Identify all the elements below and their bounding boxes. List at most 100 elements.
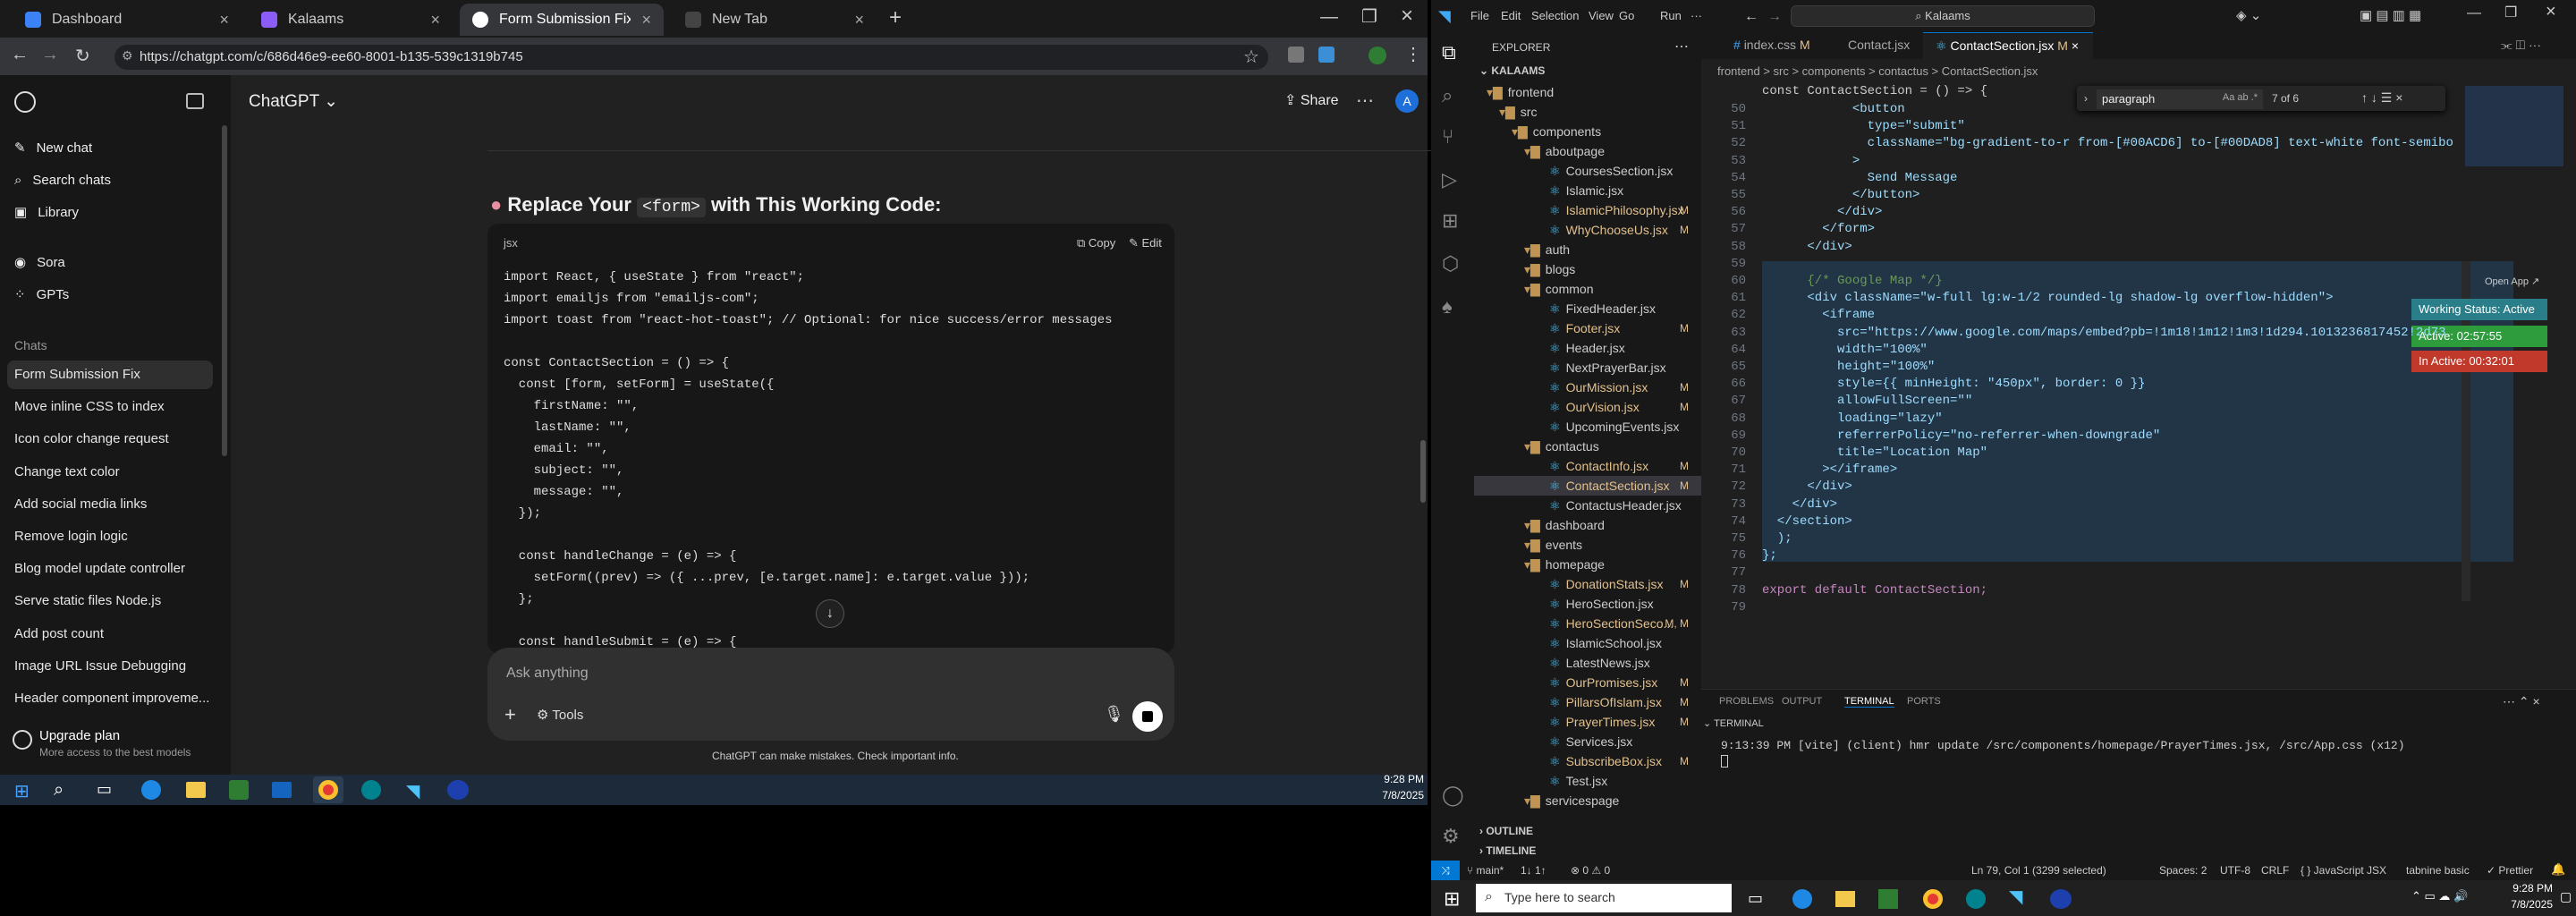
- tree-file[interactable]: ⚛ PillarsOfIslam.jsx M: [1474, 692, 1701, 712]
- close-window-icon[interactable]: ×: [2546, 2, 2556, 22]
- upgrade-icon[interactable]: [13, 730, 32, 750]
- nav-library[interactable]: ▣ Library: [14, 200, 79, 224]
- tree-file[interactable]: ⚛ ContactusHeader.jsx: [1474, 496, 1701, 515]
- tree-file[interactable]: ⚛ Test.jsx: [1474, 771, 1701, 791]
- tree-folder[interactable]: ▾▇ contactus: [1474, 437, 1701, 456]
- code-line[interactable]: </section>: [1762, 514, 1852, 529]
- file-explorer-icon[interactable]: [1835, 891, 1855, 907]
- tree-folder[interactable]: ▾▇ src: [1474, 102, 1701, 122]
- chrome-icon[interactable]: [318, 780, 338, 800]
- code-line[interactable]: height="100%": [1762, 360, 1935, 374]
- chat-list-item[interactable]: Header component improveme...: [14, 691, 209, 706]
- browser-tab-form-submission-fix[interactable]: Form Submission Fix ×: [460, 4, 664, 36]
- app-icon[interactable]: [361, 780, 381, 800]
- chat-list-item[interactable]: Blog model update controller: [14, 561, 185, 576]
- app-icon[interactable]: [1966, 889, 1986, 909]
- outline-section[interactable]: › OUTLINE: [1479, 825, 1533, 837]
- notification-center-icon[interactable]: ▢: [2560, 889, 2572, 904]
- tree-file[interactable]: ⚛ PrayerTimes.jsx M: [1474, 712, 1701, 732]
- tree-folder[interactable]: ▾▇ homepage: [1474, 555, 1701, 574]
- code-line[interactable]: loading="lazy": [1762, 411, 1943, 426]
- sidebar-toggle-icon[interactable]: [186, 93, 204, 109]
- tree-file[interactable]: ⚛ CoursesSection.jsx: [1474, 161, 1701, 181]
- code-line[interactable]: <iframe: [1762, 308, 1875, 322]
- encoding-status[interactable]: UTF-8: [2220, 864, 2250, 877]
- extensions-icon[interactable]: ⊞: [1442, 209, 1458, 233]
- code-line[interactable]: export default ContactSection;: [1762, 583, 1987, 598]
- sidebar-scrollbar[interactable]: [222, 125, 227, 456]
- tools-button[interactable]: ⚙ Tools: [537, 707, 583, 723]
- menu-view[interactable]: View: [1589, 9, 1614, 22]
- tree-folder[interactable]: ▾▇ blogs: [1474, 259, 1701, 279]
- workspace-root[interactable]: ⌄ KALAAMS: [1479, 64, 1545, 77]
- settings-gear-icon[interactable]: ⚙: [1442, 825, 1460, 848]
- address-bar[interactable]: https://chatgpt.com/c/686d46e9-ee60-8001…: [114, 45, 1268, 70]
- code-line[interactable]: </div>: [1762, 205, 1882, 219]
- file-explorer-icon[interactable]: [186, 782, 206, 798]
- accounts-icon[interactable]: ◈ ⌄: [2236, 7, 2261, 23]
- code-line[interactable]: </form>: [1762, 222, 1875, 236]
- timeline-section[interactable]: › TIMELINE: [1479, 844, 1536, 857]
- chat-list-item[interactable]: Change text color: [14, 464, 120, 479]
- nav-gpts[interactable]: ⁘ GPTs: [14, 283, 69, 306]
- taskbar-search-icon[interactable]: ⌕: [54, 780, 64, 801]
- close-tab-icon[interactable]: ×: [2072, 38, 2079, 53]
- site-info-icon[interactable]: ⚙: [122, 48, 133, 64]
- nav-new-chat[interactable]: ✎ New chat: [14, 136, 92, 159]
- minimize-icon[interactable]: —: [2467, 5, 2481, 21]
- tree-folder[interactable]: ▾▇ aboutpage: [1474, 141, 1701, 161]
- eol-status[interactable]: CRLF: [2261, 864, 2289, 877]
- terminal-heading[interactable]: ⌄ TERMINAL: [1703, 717, 1764, 729]
- explorer-icon[interactable]: ⧉: [1442, 41, 1456, 64]
- model-selector[interactable]: ChatGPT ⌄: [249, 91, 338, 112]
- prompt-input[interactable]: Ask anything: [506, 666, 1132, 682]
- tree-file[interactable]: ⚛ Services.jsx: [1474, 732, 1701, 751]
- chat-list-item[interactable]: Form Submission Fix: [14, 367, 140, 382]
- code-line[interactable]: </div>: [1762, 240, 1852, 254]
- code-line[interactable]: };: [1762, 548, 1777, 563]
- chat-list-item[interactable]: Serve static files Node.js: [14, 593, 161, 608]
- tree-folder[interactable]: ▾▇ events: [1474, 535, 1701, 555]
- close-tab-icon[interactable]: ×: [430, 11, 440, 30]
- panel-tab-ports[interactable]: PORTS: [1907, 696, 1941, 707]
- menu-edit[interactable]: Edit: [1501, 9, 1521, 22]
- code-line[interactable]: allowFullScreen="": [1762, 394, 1972, 408]
- vscode-taskbar-icon[interactable]: ◥: [2009, 886, 2022, 908]
- taskbar-search-box[interactable]: Type here to search: [1476, 884, 1732, 912]
- tab-contactsection-jsx[interactable]: ⚛ ContactSection.jsx M ×: [1923, 32, 2093, 59]
- maximize-icon[interactable]: ❐: [1361, 5, 1377, 28]
- chat-list-item[interactable]: Add post count: [14, 626, 104, 641]
- tabnine-status[interactable]: tabnine basic: [2406, 864, 2470, 877]
- explorer-more-icon[interactable]: ⋯: [1674, 38, 1689, 55]
- tree-file[interactable]: ⚛ IslamicPhilosophy.jsx M: [1474, 200, 1701, 220]
- openai-logo-icon[interactable]: [14, 91, 36, 113]
- layout-icons[interactable]: ▣ ▤ ▥ ▦: [2360, 7, 2421, 23]
- menu-run[interactable]: Run: [1660, 9, 1682, 22]
- clock-date[interactable]: 7/8/2025: [1377, 789, 1424, 802]
- source-control-icon[interactable]: ⑂: [1442, 125, 1453, 148]
- find-options-icons[interactable]: Aa ab .*: [2223, 92, 2258, 103]
- code-line[interactable]: <button: [1762, 102, 1905, 116]
- code-line[interactable]: {/* Google Map */}: [1762, 274, 1942, 288]
- nav-search-chats[interactable]: ⌕ Search chats: [14, 168, 111, 191]
- code-line[interactable]: <div className="w-full lg:w-1/2 rounded-…: [1762, 291, 2333, 305]
- bookmark-star-icon[interactable]: ☆: [1243, 46, 1259, 68]
- tree-folder[interactable]: ▾▇ dashboard: [1474, 515, 1701, 535]
- close-window-icon[interactable]: ×: [1401, 4, 1413, 29]
- code-line[interactable]: ></iframe>: [1762, 462, 1897, 477]
- tree-file[interactable]: ⚛ WhyChooseUs.jsx M: [1474, 220, 1701, 240]
- cursor-position[interactable]: Ln 79, Col 1 (3299 selected): [1971, 864, 2106, 877]
- mail-icon[interactable]: [272, 782, 292, 798]
- close-tab-icon[interactable]: ×: [641, 11, 651, 30]
- remote-status-icon[interactable]: ⤨: [1431, 861, 1460, 880]
- browser-tab-kalaams[interactable]: Kalaams ×: [249, 4, 453, 36]
- code-line[interactable]: className="bg-gradient-to-r from-[#00ACD…: [1762, 136, 2453, 150]
- edge-icon[interactable]: [1792, 889, 1812, 909]
- tree-file[interactable]: ⚛ OurMission.jsx M: [1474, 377, 1701, 397]
- prettier-status[interactable]: ✓ Prettier: [2487, 864, 2533, 877]
- problems-status[interactable]: ⊗ 0 ⚠ 0: [1571, 864, 1610, 877]
- chat-list-item[interactable]: Remove login logic: [14, 529, 128, 544]
- chat-scrollbar[interactable]: [1420, 440, 1426, 503]
- chat-list-item[interactable]: Add social media links: [14, 496, 147, 512]
- tree-file[interactable]: ⚛ SubscribeBox.jsx M: [1474, 751, 1701, 771]
